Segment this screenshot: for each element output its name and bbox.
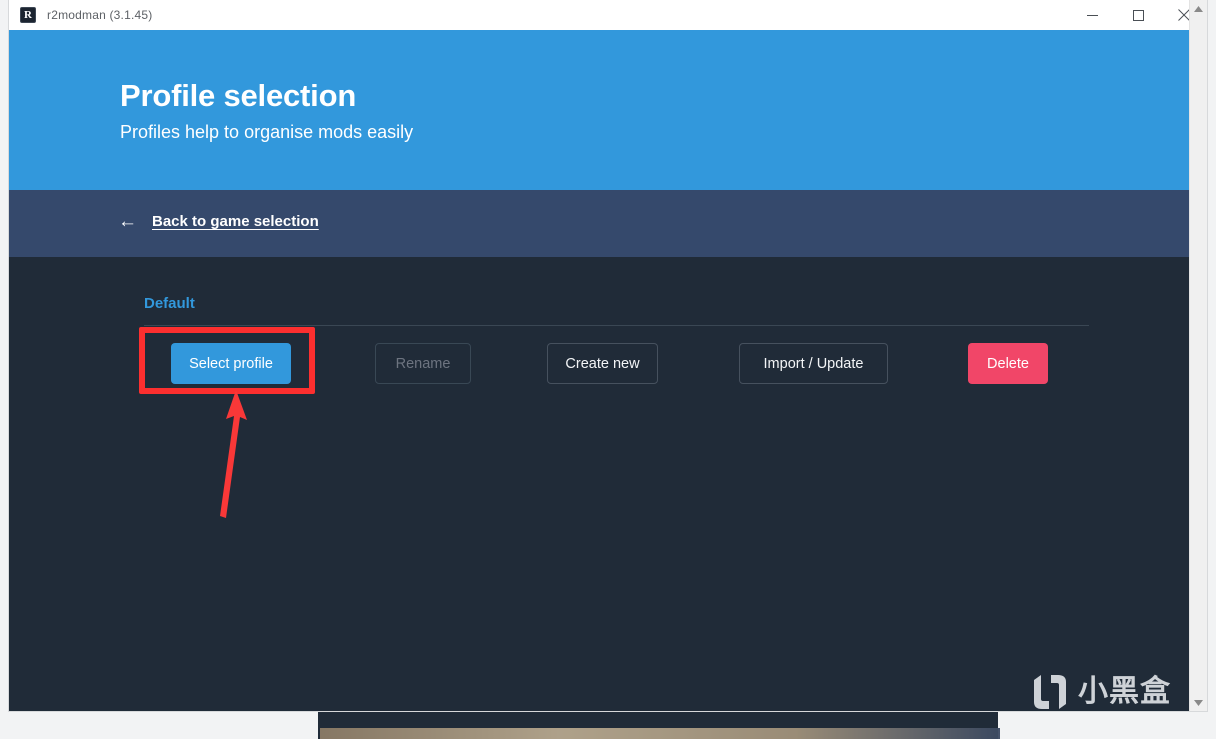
delete-button[interactable]: Delete	[968, 343, 1048, 384]
create-new-button[interactable]: Create new	[547, 343, 658, 384]
select-profile-button[interactable]: Select profile	[171, 343, 291, 384]
window-controls	[1069, 0, 1207, 30]
arrow-left-icon: ←	[118, 211, 137, 232]
import-update-button[interactable]: Import / Update	[739, 343, 888, 384]
title-bar[interactable]: R r2modman (3.1.45)	[9, 0, 1207, 30]
rename-button: Rename	[375, 343, 471, 384]
app-window: R r2modman (3.1.45) Profile selection Pr…	[9, 0, 1207, 711]
maximize-button[interactable]	[1115, 0, 1161, 30]
page-hero: Profile selection Profiles help to organ…	[9, 30, 1189, 190]
scroll-up-arrow-icon[interactable]	[1190, 0, 1207, 17]
back-link-label: Back to game selection	[152, 213, 319, 230]
scrollbar-thumb[interactable]	[1192, 18, 1205, 618]
nav-strip: ← Back to game selection	[9, 190, 1189, 257]
screen-root: R r2modman (3.1.45) Profile selection Pr…	[0, 0, 1216, 739]
back-to-game-selection-link[interactable]: ← Back to game selection	[118, 212, 319, 231]
vertical-scrollbar[interactable]	[1189, 0, 1207, 711]
profile-list-area: Default Select profile Rename Create new…	[9, 257, 1189, 711]
maximize-icon	[1132, 9, 1144, 21]
profile-action-buttons: Select profile Rename Create new Import …	[144, 343, 1089, 387]
page-title: Profile selection	[120, 78, 357, 113]
minimize-icon	[1086, 14, 1098, 16]
page-subtitle: Profiles help to organise mods easily	[120, 122, 414, 142]
window-title: r2modman (3.1.45)	[47, 8, 153, 22]
scroll-down-arrow-icon[interactable]	[1190, 694, 1207, 711]
minimize-button[interactable]	[1069, 0, 1115, 30]
background-image-strip	[320, 728, 1000, 739]
profile-name-label: Default	[144, 295, 195, 312]
section-divider	[144, 325, 1089, 326]
app-logo-icon: R	[20, 7, 36, 23]
